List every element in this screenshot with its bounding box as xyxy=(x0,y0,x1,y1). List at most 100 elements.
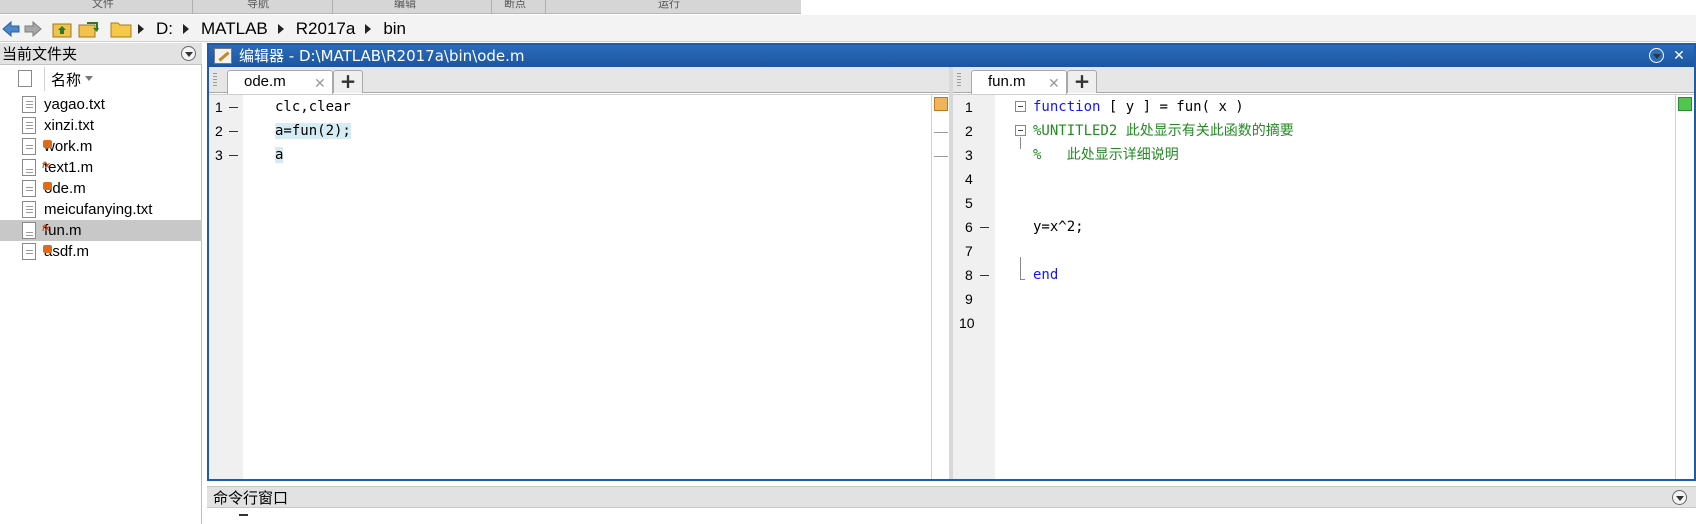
code-line[interactable]: function [ y ] = fun( x ) xyxy=(1033,95,1294,119)
line-number: 8 xyxy=(965,267,973,283)
editor-pencil-icon xyxy=(214,48,232,64)
ribbon-section-file[interactable]: 文件 xyxy=(92,0,114,11)
tab-fun-m[interactable]: fun.m ✕ xyxy=(971,70,1067,94)
function-file-icon: fx xyxy=(22,159,50,176)
list-item[interactable]: meicufanying.txt xyxy=(0,199,202,220)
file-name: yagao.txt xyxy=(44,96,105,113)
panel-actions-dropdown-icon[interactable] xyxy=(181,46,196,61)
code-line[interactable]: a=fun(2); xyxy=(275,119,351,143)
forward-arrow-icon[interactable] xyxy=(24,19,42,38)
code-line[interactable] xyxy=(1033,167,1294,191)
code-area-left[interactable]: 1 2 3 clc,clear a=fun(2); a xyxy=(209,94,949,479)
code-line[interactable] xyxy=(1033,311,1294,335)
line-number: 4 xyxy=(965,171,973,187)
tab-strip-left: ode.m ✕ + xyxy=(209,67,949,94)
line-numbers: 1 2 3 xyxy=(209,95,243,167)
list-item[interactable]: work.m xyxy=(0,136,202,157)
line-number: 6 xyxy=(965,219,973,235)
code-area-right[interactable]: 1 2 3 4 5 6 7 8 9 10 function [y] = fu… xyxy=(953,94,1694,479)
message-marker[interactable] xyxy=(934,156,948,157)
code-text-left[interactable]: clc,clear a=fun(2); a xyxy=(275,95,351,167)
fold-guide-end xyxy=(1020,279,1025,280)
code-line[interactable]: % 此处显示详细说明 xyxy=(1033,143,1294,167)
tab-close-icon[interactable]: ✕ xyxy=(314,72,326,94)
file-list: yagao.txt xinzi.txt work.m fx text1.m od… xyxy=(0,94,202,262)
code-text-right[interactable]: function [ y ] = fun( x ) %UNTITLED2 此处显… xyxy=(1033,95,1294,335)
sort-descending-icon[interactable] xyxy=(85,76,93,81)
editor-title: 编辑器 - D:\MATLAB\R2017a\bin\ode.m xyxy=(239,47,525,65)
ribbon-divider xyxy=(491,0,492,14)
folder-icon xyxy=(110,19,132,38)
list-item[interactable]: asdf.m xyxy=(0,241,202,262)
up-folder-icon[interactable] xyxy=(52,19,72,38)
line-marker: 1 xyxy=(209,95,243,119)
breadcrumb-item-matlab[interactable]: MATLAB xyxy=(201,19,268,39)
code-line[interactable] xyxy=(1033,239,1294,263)
code-line[interactable] xyxy=(1033,287,1294,311)
code-line[interactable] xyxy=(1033,191,1294,215)
script-file-icon xyxy=(22,243,52,260)
ribbon-strip: 文件 导航 编辑 断点 运行 xyxy=(0,0,1696,14)
column-divider xyxy=(44,67,45,91)
command-window-actions-dropdown-icon[interactable] xyxy=(1672,490,1687,505)
vertical-scrollbar[interactable] xyxy=(1675,95,1693,479)
line-number: 3 xyxy=(965,147,973,163)
code-line[interactable]: %UNTITLED2 此处显示有关此函数的摘要 xyxy=(1033,119,1294,143)
message-marker[interactable] xyxy=(934,132,948,133)
list-item-selected[interactable]: fx fun.m xyxy=(0,220,202,241)
code-line[interactable]: clc,clear xyxy=(275,95,351,119)
browse-folder-icon[interactable] xyxy=(78,19,100,38)
breadcrumb-item-drive[interactable]: D: xyxy=(156,19,173,39)
name-column-header[interactable]: 名称 xyxy=(51,69,81,90)
breadcrumb-chevron[interactable] xyxy=(277,24,284,34)
breadcrumb-root-chevron[interactable] xyxy=(138,24,144,34)
fold-toggle-icon[interactable] xyxy=(1015,125,1026,136)
fold-toggle-icon[interactable] xyxy=(1015,101,1026,112)
code-line[interactable]: y=x^2; xyxy=(1033,215,1294,239)
ribbon-section-edit[interactable]: 编辑 xyxy=(394,0,416,11)
breadcrumb-item-r2017a[interactable]: R2017a xyxy=(296,19,356,39)
breadcrumb-item-bin[interactable]: bin xyxy=(383,19,406,39)
new-tab-button[interactable]: + xyxy=(333,70,363,93)
ribbon-section-bar: 文件 导航 编辑 断点 运行 xyxy=(0,0,801,14)
list-item[interactable]: fx text1.m xyxy=(0,157,202,178)
drag-handle[interactable] xyxy=(957,73,961,87)
ribbon-section-breakpoints[interactable]: 断点 xyxy=(504,0,526,11)
file-name: text1.m xyxy=(44,159,94,176)
list-item[interactable]: yagao.txt xyxy=(0,94,202,115)
line-number: 7 xyxy=(965,243,973,259)
close-icon[interactable]: ✕ xyxy=(1671,48,1687,64)
code-line[interactable]: end xyxy=(1033,263,1294,287)
text-file-icon xyxy=(22,96,36,113)
code-line[interactable]: a xyxy=(275,143,351,167)
line-number: 1 xyxy=(965,99,973,115)
vertical-scrollbar[interactable] xyxy=(931,95,949,479)
ribbon-divider xyxy=(332,0,333,14)
current-folder-panel: 当前文件夹 名称 yagao.txt xinzi.txt work.m fx t… xyxy=(0,43,202,524)
breadcrumb-chevron[interactable] xyxy=(365,24,372,34)
ribbon-section-navigate[interactable]: 导航 xyxy=(247,0,269,11)
drag-handle[interactable] xyxy=(213,73,217,87)
editor-pane-left: ode.m ✕ + 1 2 3 clc,clear a=fun(2); a xyxy=(209,67,949,479)
line-marker: 3 xyxy=(209,143,243,167)
back-arrow-icon[interactable] xyxy=(2,19,20,38)
new-tab-button[interactable]: + xyxy=(1067,70,1097,93)
script-file-icon xyxy=(22,180,52,197)
list-item[interactable]: xinzi.txt xyxy=(0,115,202,136)
tab-label: fun.m xyxy=(988,73,1026,90)
breadcrumb-chevron[interactable] xyxy=(183,24,189,34)
command-input-area[interactable] xyxy=(207,510,1696,524)
line-number: 10 xyxy=(959,315,975,331)
file-type-column-icon[interactable] xyxy=(18,70,32,87)
warning-indicator-icon[interactable] xyxy=(934,97,948,111)
file-name: xinzi.txt xyxy=(44,117,95,134)
command-window: 命令行窗口 xyxy=(207,486,1696,524)
tab-close-icon[interactable]: ✕ xyxy=(1048,72,1060,94)
no-issues-indicator-icon[interactable] xyxy=(1678,97,1692,111)
list-item[interactable]: ode.m xyxy=(0,178,202,199)
tab-ode-m[interactable]: ode.m ✕ xyxy=(227,70,333,94)
ribbon-section-run[interactable]: 运行 xyxy=(658,0,680,11)
editor-actions-dropdown-icon[interactable] xyxy=(1649,48,1664,63)
breadcrumb: D: MATLAB R2017a bin xyxy=(156,19,412,39)
editor-window: 编辑器 - D:\MATLAB\R2017a\bin\ode.m ✕ ode.m… xyxy=(207,43,1696,481)
